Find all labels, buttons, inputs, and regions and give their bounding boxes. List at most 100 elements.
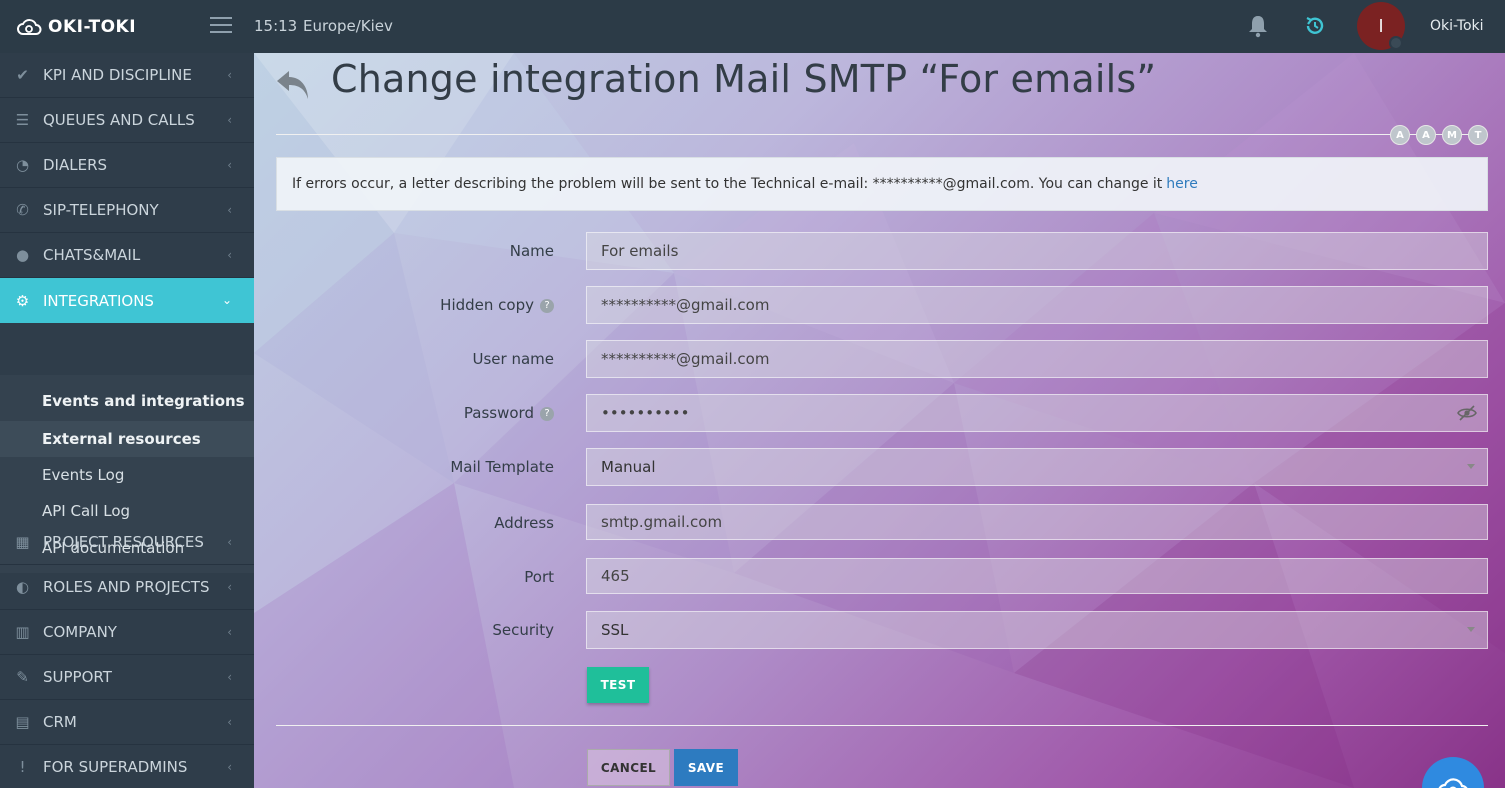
badge[interactable]: A [1390, 125, 1410, 145]
security-select[interactable]: SSL [586, 611, 1488, 649]
sidebar-item-kpi[interactable]: ✔ KPI AND DISCIPLINE ‹ [0, 53, 254, 98]
title-divider [276, 134, 1488, 135]
name-field[interactable]: For emails [586, 232, 1488, 270]
chevron-left-icon: ‹ [227, 715, 232, 729]
sidebar-item-label: CHATS&MAIL [43, 246, 141, 264]
form-row-security: Security SSL [254, 611, 1505, 649]
footer-divider [276, 725, 1488, 726]
chevron-left-icon: ‹ [227, 625, 232, 639]
back-arrow-icon[interactable] [275, 67, 311, 105]
gears-icon: ⚙ [15, 291, 30, 310]
mail-template-label: Mail Template [450, 458, 554, 476]
sidebar-item-integrations[interactable]: ⚙ INTEGRATIONS ⌄ [0, 278, 254, 323]
form-row-port: Port 465 [254, 558, 1505, 596]
sidebar-item-label: ROLES AND PROJECTS [43, 578, 210, 596]
alert-link[interactable]: here [1166, 176, 1198, 192]
sidebar-item-crm[interactable]: ▤ CRM ‹ [0, 700, 254, 745]
sidebar-item-support[interactable]: ✎ SUPPORT ‹ [0, 655, 254, 700]
sidebar-item-label: FOR SUPERADMINS [43, 758, 188, 776]
user-name-label: User name [472, 350, 555, 368]
cloud-logo-icon [17, 18, 42, 35]
chevron-left-icon: ‹ [227, 203, 232, 217]
cloud-icon [1438, 778, 1468, 788]
form-row-hidden-copy: Hidden copy? **********@gmail.com [254, 286, 1505, 324]
badge[interactable]: T [1468, 125, 1488, 145]
table-icon: ▤ [15, 713, 30, 731]
port-field[interactable]: 465 [586, 558, 1488, 594]
sidebar-item-label: SIP-TELEPHONY [43, 201, 159, 219]
exclamation-icon: ! [19, 758, 26, 776]
submenu-events-log[interactable]: Events Log [0, 457, 254, 493]
submenu-external-resources[interactable]: External resources [0, 421, 254, 457]
sidebar-item-label: COMPANY [43, 623, 117, 641]
check-icon: ✔ [16, 66, 29, 84]
menu-toggle-icon[interactable] [210, 17, 232, 35]
sidebar: ✔ KPI AND DISCIPLINE ‹ ☰ QUEUES AND CALL… [0, 53, 254, 788]
submenu-events-and-integrations[interactable]: Events and integrations [0, 383, 254, 419]
hidden-copy-label-text: Hidden copy [440, 296, 534, 314]
sidebar-item-label: INTEGRATIONS [43, 291, 154, 310]
status-dot [1389, 36, 1403, 50]
sidebar-item-label: CRM [43, 713, 77, 731]
sidebar-item-label: QUEUES AND CALLS [43, 111, 195, 129]
form-row-name: Name For emails [254, 232, 1505, 270]
sidebar-item-roles[interactable]: ◐ ROLES AND PROJECTS ‹ [0, 565, 254, 610]
bell-icon[interactable] [1247, 14, 1269, 42]
address-field[interactable]: smtp.gmail.com [586, 504, 1488, 540]
sidebar-item-label: PROJECT RESOURCES [43, 533, 204, 551]
password-field[interactable]: •••••••••• [586, 394, 1488, 432]
address-label: Address [494, 514, 554, 532]
chevron-down-icon: ⌄ [221, 293, 232, 307]
form-row-user-name: User name **********@gmail.com [254, 340, 1505, 378]
sidebar-item-company[interactable]: ▥ COMPANY ‹ [0, 610, 254, 655]
list-icon: ☰ [15, 111, 30, 129]
phone-icon: ✆ [16, 201, 29, 219]
eye-slash-icon[interactable] [1457, 405, 1477, 425]
main-content: Change integration Mail SMTP “For emails… [254, 53, 1505, 788]
sidebar-item-superadmins[interactable]: ! FOR SUPERADMINS ‹ [0, 745, 254, 788]
bar-chart-icon: ▥ [15, 623, 30, 641]
chevron-left-icon: ‹ [227, 760, 232, 774]
user-badges: A A M T [1390, 125, 1488, 145]
info-alert: If errors occur, a letter describing the… [276, 157, 1488, 211]
form-row-password: Password? •••••••••• [254, 394, 1505, 432]
chevron-left-icon: ‹ [227, 248, 232, 262]
security-value: SSL [601, 621, 629, 639]
sidebar-item-label: SUPPORT [43, 668, 112, 686]
page-title: Change integration Mail SMTP “For emails… [331, 57, 1157, 101]
cancel-button[interactable]: CANCEL [587, 749, 670, 786]
wrench-icon: ✎ [16, 668, 29, 686]
clock-icon: ◔ [15, 156, 30, 174]
help-icon[interactable]: ? [540, 298, 554, 313]
form-row-mail-template: Mail Template Manual [254, 448, 1505, 486]
save-button[interactable]: SAVE [674, 749, 738, 786]
history-icon[interactable] [1304, 15, 1326, 41]
chevron-left-icon: ‹ [227, 158, 232, 172]
mail-template-value: Manual [601, 458, 656, 476]
mail-template-select[interactable]: Manual [586, 448, 1488, 486]
chevron-left-icon: ‹ [227, 670, 232, 684]
sidebar-item-label: KPI AND DISCIPLINE [43, 66, 192, 84]
username[interactable]: Oki-Toki [1430, 18, 1484, 34]
chat-icon: ● [15, 246, 30, 264]
help-icon[interactable]: ? [540, 406, 554, 421]
sidebar-item-project-resources[interactable]: ▦ PROJECT RESOURCES ‹ [0, 520, 254, 565]
password-label-text: Password [463, 404, 534, 422]
user-name-field[interactable]: **********@gmail.com [586, 340, 1488, 378]
caret-down-icon [1467, 627, 1475, 632]
chevron-left-icon: ‹ [227, 535, 232, 549]
clock-time: 15:13 [254, 17, 298, 35]
sidebar-item-label: DIALERS [43, 156, 108, 174]
hidden-copy-field[interactable]: **********@gmail.com [586, 286, 1488, 324]
sidebar-item-sip[interactable]: ✆ SIP-TELEPHONY ‹ [0, 188, 254, 233]
sidebar-item-queues[interactable]: ☰ QUEUES AND CALLS ‹ [0, 98, 254, 143]
password-label: Password? [464, 404, 554, 422]
badge[interactable]: M [1442, 125, 1462, 145]
brand-name: OKI-TOKI [48, 16, 137, 37]
sidebar-item-chats[interactable]: ● CHATS&MAIL ‹ [0, 233, 254, 278]
sidebar-item-dialers[interactable]: ◔ DIALERS ‹ [0, 143, 254, 188]
name-label: Name [509, 242, 554, 260]
form-row-address: Address smtp.gmail.com [254, 504, 1505, 542]
test-button[interactable]: TEST [587, 667, 649, 703]
badge[interactable]: A [1416, 125, 1436, 145]
